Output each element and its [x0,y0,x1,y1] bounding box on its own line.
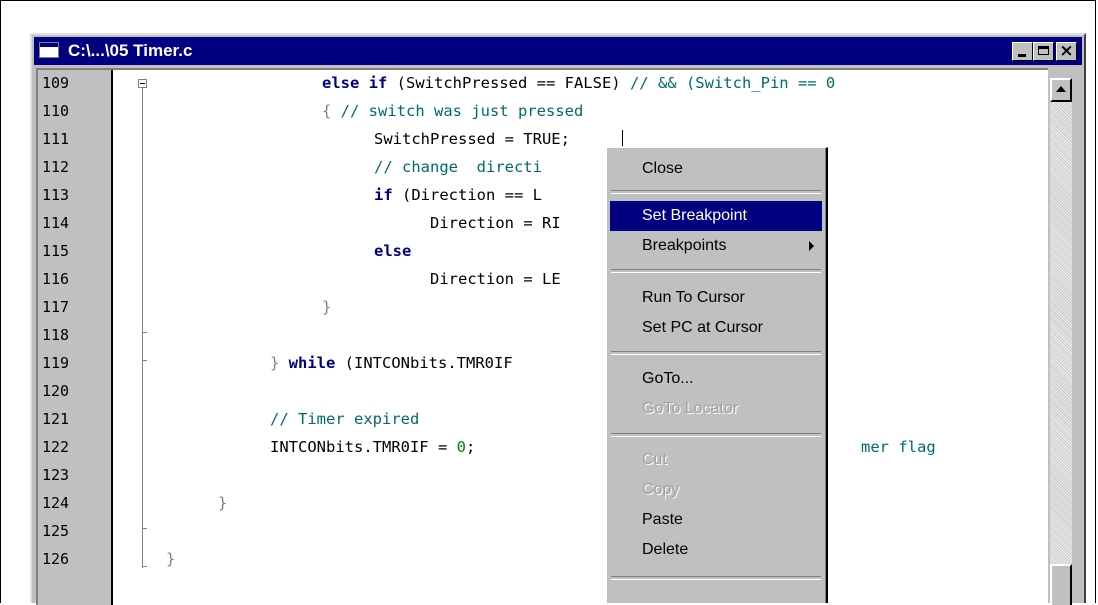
code-token: (Direction == L [392,186,542,204]
menu-separator [611,190,821,194]
menu-separator [611,269,821,273]
code-token: INTCONbits.TMR0IF = [270,438,457,456]
brace: } [322,298,332,316]
menu-separator [611,576,821,580]
window-title: C:\...\05 Timer.c [68,41,193,60]
code-line-115: else [374,242,411,260]
scroll-thumb[interactable] [1050,564,1072,605]
code-line-111: SwitchPressed = TRUE; [374,130,570,148]
keyword: else if [322,74,388,92]
comment: // switch was just pressed [340,102,584,120]
code-line-122: INTCONbits.TMR0IF = 0; [270,438,475,456]
menu-item-label: Breakpoints [642,237,727,254]
code-line-114: Direction = RI [430,214,561,232]
code-token: ; [465,438,476,456]
brace: } [166,550,176,568]
maximize-button[interactable] [1033,42,1054,61]
code-line-122-comment-tail: mer flag [861,438,936,456]
scroll-up-button[interactable] [1050,78,1072,102]
text-cursor [622,130,623,146]
code-token: (SwitchPressed == FALSE) [387,74,630,92]
code-token: (INTCONbits.TMR0IF [335,354,513,372]
menu-item-goto[interactable]: GoTo... [610,364,822,394]
submenu-arrow-icon [809,241,814,251]
code-line-109: else if (SwitchPressed == FALSE) // && (… [322,74,835,92]
menu-item-set-breakpoint[interactable]: Set Breakpoint [610,201,822,231]
keyword: else [374,242,412,260]
brace: { [322,102,341,120]
menu-item-set-pc-at-cursor[interactable]: Set PC at Cursor [610,313,822,343]
editor-window: C:\...\05 Timer.c × 109 110 111 112 113 … [30,33,1086,605]
comment: // change directi [374,158,542,176]
menu-separator [611,351,821,355]
code-line-126: } [166,550,175,568]
code-line-117: } [322,298,331,316]
menu-item-run-to-cursor[interactable]: Run To Cursor [610,283,822,313]
up-arrow-icon [1056,86,1066,92]
close-window-button[interactable]: × [1056,41,1077,61]
code-line-119: } while (INTCONbits.TMR0IF [270,354,513,372]
code-editor[interactable]: 109 110 111 112 113 114 115 116 117 118 … [36,68,1048,605]
title-bar[interactable]: C:\...\05 Timer.c × [34,37,1082,65]
code-line-113: if (Direction == L [374,186,542,204]
menu-item-copy: Copy [642,481,680,498]
menu-item-breakpoints[interactable]: Breakpoints [610,231,822,261]
brace: } [218,494,228,512]
code-text-area[interactable]: else if (SwitchPressed == FALSE) // && (… [38,70,1048,605]
code-line-124: } [218,494,227,512]
code-line-121: // Timer expired [270,410,419,428]
comment: // && (Switch_Pin == 0 [629,74,836,92]
close-icon: × [1059,41,1074,61]
menu-item-delete[interactable]: Delete [610,535,822,565]
comment: // Timer expired [270,410,420,428]
menu-item-goto-locator: GoTo Locator [642,400,739,417]
file-icon [39,42,59,58]
code-line-110: { // switch was just pressed [322,102,583,120]
menu-separator [611,433,821,437]
menu-item-paste[interactable]: Paste [610,505,822,535]
code-line-116: Direction = LE [430,270,561,288]
number-literal: 0 [456,438,466,456]
menu-item-close[interactable]: Close [610,154,822,184]
context-menu: Close Set Breakpoint Breakpoints Run To … [606,147,828,603]
keyword: while [288,354,336,372]
keyword: if [374,186,393,204]
brace: } [270,354,289,372]
minimize-button[interactable] [1012,42,1033,61]
code-line-112: // change directi [374,158,542,176]
vertical-scrollbar[interactable] [1050,78,1072,605]
menu-item-cut: Cut [642,451,667,468]
